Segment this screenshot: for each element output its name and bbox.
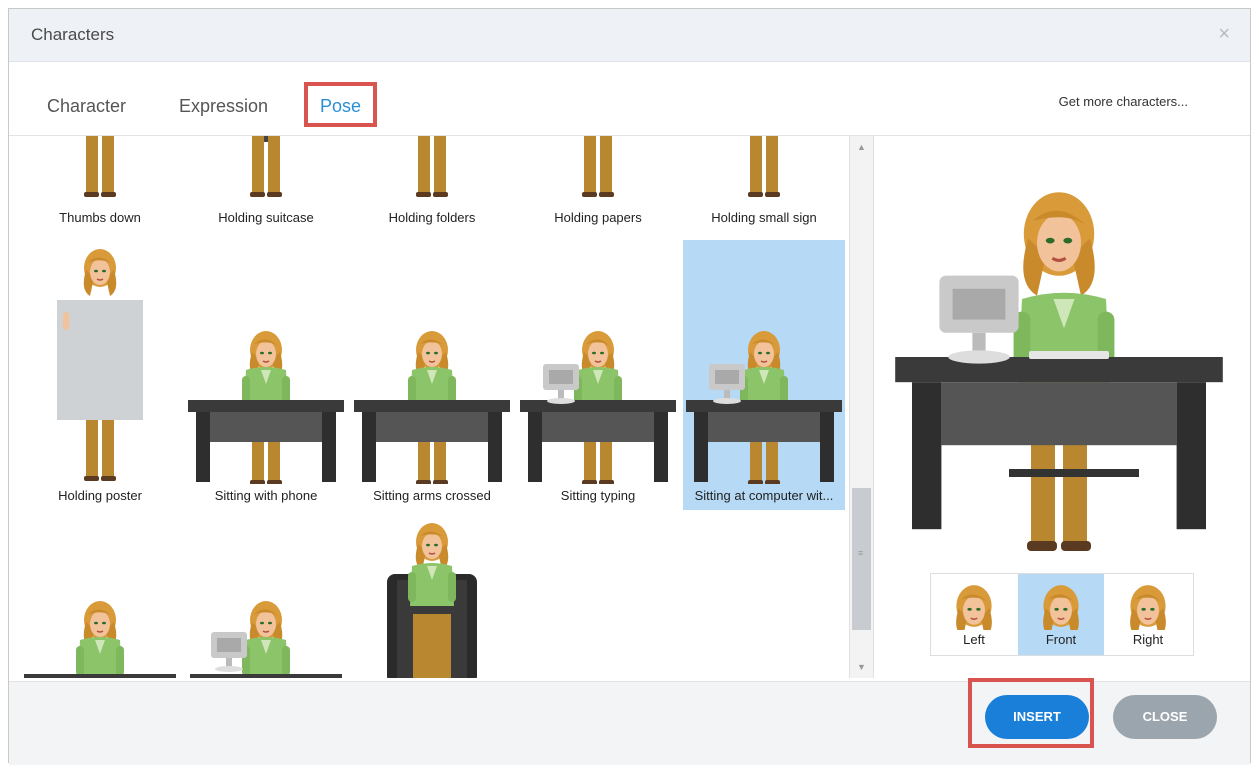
pose-thumbs-down[interactable]: Thumbs down bbox=[19, 136, 181, 232]
direction-label: Right bbox=[1132, 632, 1164, 647]
pose-label: Sitting at computer wit... bbox=[694, 488, 834, 503]
close-icon[interactable]: × bbox=[1218, 23, 1230, 46]
face-left-icon bbox=[955, 584, 993, 638]
direction-left[interactable]: Left bbox=[931, 574, 1017, 655]
pose-scrollbar[interactable]: ▲ ≡ ▼ bbox=[849, 136, 874, 678]
tab-pose[interactable]: Pose bbox=[304, 82, 378, 127]
pose-grid: Thumbs down Holding suitcase Holding fol… bbox=[9, 136, 847, 678]
pose-holding-poster[interactable]: Holding poster bbox=[19, 240, 181, 508]
face-right-icon bbox=[1129, 584, 1167, 638]
pose-sitting-typing[interactable]: Sitting typing bbox=[517, 240, 679, 508]
direction-front[interactable]: Front bbox=[1018, 574, 1104, 655]
character-preview bbox=[895, 190, 1223, 551]
pose-thumbnail bbox=[387, 522, 477, 678]
pose-thumbnail bbox=[188, 330, 344, 485]
pose-label: Holding poster bbox=[58, 488, 142, 503]
pose-thumbnail bbox=[250, 136, 282, 197]
direction-selector: Left Front Right bbox=[930, 573, 1194, 656]
pose-label: Holding papers bbox=[554, 210, 642, 225]
pose-thumbnail bbox=[190, 600, 342, 678]
pose-thumbnail bbox=[24, 600, 176, 678]
pose-thumbnail bbox=[748, 136, 780, 197]
dialog-title: Characters bbox=[31, 25, 115, 44]
scroll-up-arrow-icon[interactable]: ▲ bbox=[850, 136, 873, 158]
characters-dialog: Characters × Character Expression Pose G… bbox=[8, 8, 1251, 765]
scroll-down-arrow-icon[interactable]: ▼ bbox=[850, 656, 873, 678]
pose-row3-3[interactable] bbox=[351, 514, 513, 678]
pose-label: Holding folders bbox=[388, 210, 476, 225]
tab-expression[interactable]: Expression bbox=[179, 96, 268, 117]
pose-sitting-with-phone[interactable]: Sitting with phone bbox=[185, 240, 347, 508]
pose-thumbnail bbox=[686, 330, 842, 485]
pose-thumbnail bbox=[57, 248, 143, 481]
pose-holding-suitcase[interactable]: Holding suitcase bbox=[185, 136, 347, 232]
close-button[interactable]: CLOSE bbox=[1113, 695, 1217, 739]
pose-thumbnail bbox=[582, 136, 614, 197]
get-more-characters-link[interactable]: Get more characters... bbox=[1059, 94, 1188, 109]
tab-bar: Character Expression Pose Get more chara… bbox=[9, 62, 1250, 136]
scroll-thumb[interactable]: ≡ bbox=[852, 488, 871, 630]
tab-character[interactable]: Character bbox=[47, 96, 126, 117]
pose-thumbnail bbox=[520, 330, 676, 485]
pose-label: Sitting typing bbox=[560, 488, 636, 503]
pose-label: Thumbs down bbox=[59, 210, 141, 225]
pose-label: Holding suitcase bbox=[218, 210, 314, 225]
pose-row3-1[interactable] bbox=[19, 514, 181, 678]
pose-thumbnail bbox=[84, 136, 116, 197]
pose-label: Sitting arms crossed bbox=[373, 488, 491, 503]
scroll-grip-icon: ≡ bbox=[858, 548, 864, 558]
pose-label: Holding small sign bbox=[711, 210, 817, 225]
pose-sitting-at-computer[interactable]: Sitting at computer wit... bbox=[683, 240, 845, 510]
pose-sitting-arms-crossed[interactable]: Sitting arms crossed bbox=[351, 240, 513, 508]
direction-right[interactable]: Right bbox=[1105, 574, 1191, 655]
insert-button[interactable]: INSERT bbox=[985, 695, 1089, 739]
pose-label: Sitting with phone bbox=[214, 488, 318, 503]
pose-thumbnail bbox=[354, 330, 510, 485]
pose-holding-papers[interactable]: Holding papers bbox=[517, 136, 679, 232]
direction-label: Front bbox=[1045, 632, 1077, 647]
face-front-icon bbox=[1042, 584, 1080, 638]
pose-row3-2[interactable] bbox=[185, 514, 347, 678]
pose-thumbnail bbox=[416, 136, 448, 197]
pose-holding-small-sign[interactable]: Holding small sign bbox=[683, 136, 845, 232]
direction-label: Left bbox=[963, 632, 985, 647]
title-bar: Characters × bbox=[9, 9, 1250, 62]
pose-holding-folders[interactable]: Holding folders bbox=[351, 136, 513, 232]
